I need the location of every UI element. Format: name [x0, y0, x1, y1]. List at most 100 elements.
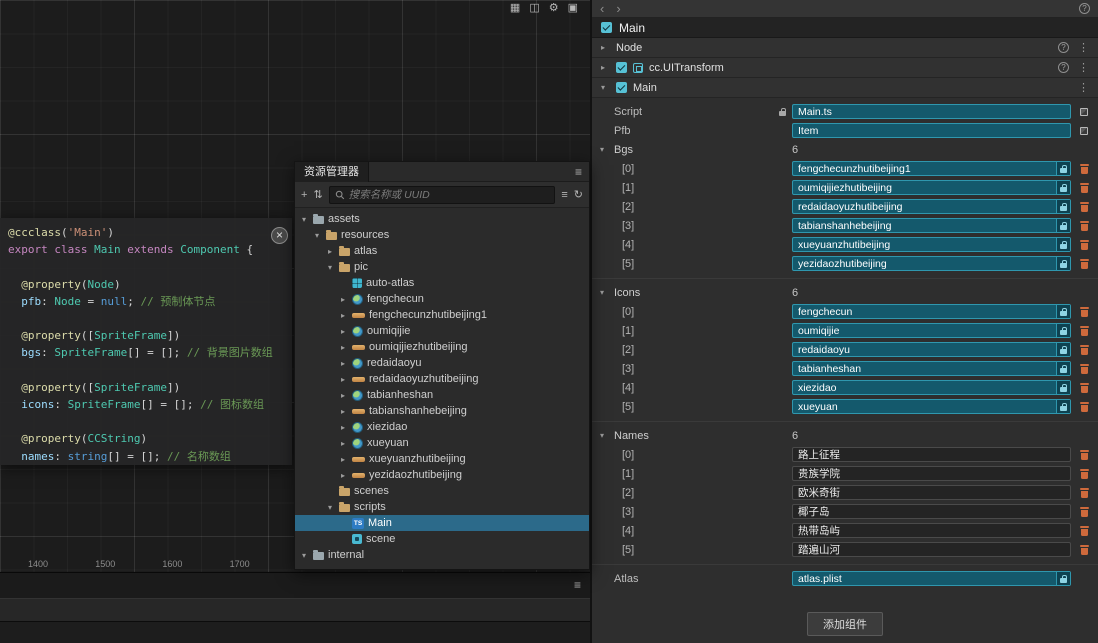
filter-icon[interactable]: ≡: [561, 189, 567, 201]
trash-icon[interactable]: [1080, 202, 1089, 212]
tree-item-auto-atlas[interactable]: auto-atlas: [295, 275, 589, 291]
icons-count[interactable]: 6: [792, 287, 798, 299]
tree-item-resources[interactable]: ▾resources: [295, 227, 589, 243]
search-input[interactable]: 搜索名称或 UUID: [329, 186, 556, 204]
expand-icon[interactable]: ▸: [338, 343, 348, 352]
expand-icon[interactable]: ▸: [338, 359, 348, 368]
lock-icon[interactable]: [1056, 381, 1070, 394]
tree-item-scripts[interactable]: ▾scripts: [295, 499, 589, 515]
trash-icon[interactable]: [1080, 402, 1089, 412]
section-node[interactable]: ▸ Node ? ⋮: [592, 38, 1098, 58]
trash-icon[interactable]: [1080, 507, 1089, 517]
expand-icon[interactable]: ▸: [338, 375, 348, 384]
panels-icon[interactable]: ◫: [529, 1, 539, 15]
trash-icon[interactable]: [1080, 240, 1089, 250]
trash-icon[interactable]: [1080, 326, 1089, 336]
lock-icon[interactable]: [1056, 257, 1070, 270]
trash-icon[interactable]: [1080, 488, 1089, 498]
add-component-button[interactable]: 添加组件: [807, 612, 883, 636]
expand-icon[interactable]: ▸: [338, 407, 348, 416]
expand-icon[interactable]: ▸: [338, 471, 348, 480]
trash-icon[interactable]: [1080, 164, 1089, 174]
grid-icon[interactable]: ▦: [510, 1, 520, 15]
lock-icon[interactable]: [1056, 200, 1070, 213]
menu-icon[interactable]: ≡: [575, 165, 582, 179]
tree-item-atlas[interactable]: ▸atlas: [295, 243, 589, 259]
tree-item-fengchecunzhutibeijing1[interactable]: ▸fengchecunzhutibeijing1: [295, 307, 589, 323]
names-count[interactable]: 6: [792, 430, 798, 442]
close-icon[interactable]: ×: [271, 227, 288, 244]
tree-item-oumiqijiezhutibeijing[interactable]: ▸oumiqijiezhutibeijing: [295, 339, 589, 355]
asset-ref-field[interactable]: fengchecun: [792, 304, 1071, 319]
expand-icon[interactable]: ▸: [338, 439, 348, 448]
asset-ref-field[interactable]: redaidaoyu: [792, 342, 1071, 357]
lock-icon[interactable]: [1056, 219, 1070, 232]
asset-ref-field[interactable]: xueyuanzhutibeijing: [792, 237, 1071, 252]
gear-icon[interactable]: ⚙: [549, 1, 559, 15]
expand-icon[interactable]: ▸: [338, 423, 348, 432]
more-icon[interactable]: ⋮: [1078, 41, 1089, 54]
tree-item-scenes[interactable]: scenes: [295, 483, 589, 499]
tree-item-Main[interactable]: TSMain: [295, 515, 589, 531]
trash-icon[interactable]: [1080, 364, 1089, 374]
trash-icon[interactable]: [1080, 526, 1089, 536]
asset-ref-field[interactable]: tabianheshan: [792, 361, 1071, 376]
tree-item-tabianheshan[interactable]: ▸tabianheshan: [295, 387, 589, 403]
asset-cube-icon[interactable]: [1080, 108, 1088, 116]
icons-group-header[interactable]: ▾ Icons 6: [592, 283, 1098, 302]
expand-icon[interactable]: ▸: [601, 63, 610, 72]
collapse-icon[interactable]: ▾: [299, 215, 309, 224]
bgs-count[interactable]: 6: [792, 144, 798, 156]
section-main[interactable]: ▾ Main ⋮: [592, 78, 1098, 98]
panel-menu-icon[interactable]: ≡: [574, 578, 581, 592]
lock-icon[interactable]: [1056, 572, 1070, 585]
collapse-icon[interactable]: ▾: [325, 503, 335, 512]
asset-ref-field[interactable]: oumiqijie: [792, 323, 1071, 338]
assets-panel-titlebar[interactable]: 资源管理器 ≡: [295, 162, 589, 182]
collapse-icon[interactable]: ▾: [601, 83, 610, 92]
lock-icon[interactable]: [1056, 362, 1070, 375]
expand-icon[interactable]: ▸: [338, 455, 348, 464]
expand-icon[interactable]: ▸: [338, 391, 348, 400]
tree-item-redaidaoyu[interactable]: ▸redaidaoyu: [295, 355, 589, 371]
trash-icon[interactable]: [1080, 545, 1089, 555]
tree-item-scene[interactable]: scene: [295, 531, 589, 547]
asset-ref-field[interactable]: xiezidao: [792, 380, 1071, 395]
name-text-field[interactable]: 热带岛屿: [792, 523, 1071, 538]
names-group-header[interactable]: ▾ Names 6: [592, 426, 1098, 445]
collapse-icon[interactable]: ▾: [325, 263, 335, 272]
assets-panel-title[interactable]: 资源管理器: [295, 162, 369, 182]
capture-icon[interactable]: ▣: [568, 1, 578, 15]
tree-item-xueyuan[interactable]: ▸xueyuan: [295, 435, 589, 451]
bgs-group-header[interactable]: ▾ Bgs 6: [592, 140, 1098, 159]
tree-item-xiezidao[interactable]: ▸xiezidao: [295, 419, 589, 435]
uitransform-enabled-checkbox[interactable]: [616, 62, 627, 73]
lock-icon[interactable]: [1056, 162, 1070, 175]
tree-item-internal[interactable]: ▾internal: [295, 547, 589, 563]
back-icon[interactable]: ‹: [600, 2, 604, 16]
expand-icon[interactable]: ▸: [338, 327, 348, 336]
lock-icon[interactable]: [779, 111, 786, 116]
expand-icon[interactable]: ▸: [325, 247, 335, 256]
forward-icon[interactable]: ›: [616, 2, 620, 16]
more-icon[interactable]: ⋮: [1078, 81, 1089, 94]
prefab-icon[interactable]: [1080, 127, 1088, 135]
tree-item-oumiqijie[interactable]: ▸oumiqijie: [295, 323, 589, 339]
lock-icon[interactable]: [1056, 238, 1070, 251]
add-asset-icon[interactable]: +: [301, 189, 307, 201]
collapse-icon[interactable]: ▾: [600, 288, 610, 297]
trash-icon[interactable]: [1080, 450, 1089, 460]
main-enabled-checkbox[interactable]: [616, 82, 627, 93]
help-icon[interactable]: ?: [1079, 3, 1090, 14]
expand-icon[interactable]: ▸: [601, 43, 610, 52]
asset-ref-field[interactable]: tabianshanhebeijing: [792, 218, 1071, 233]
atlas-field[interactable]: atlas.plist: [792, 571, 1071, 586]
name-text-field[interactable]: 踏遍山河: [792, 542, 1071, 557]
help-icon[interactable]: ?: [1058, 42, 1069, 53]
lock-icon[interactable]: [1056, 400, 1070, 413]
name-text-field[interactable]: 椰子岛: [792, 504, 1071, 519]
sort-icon[interactable]: ⇅: [313, 188, 322, 201]
tree-item-xueyuanzhutibeijing[interactable]: ▸xueyuanzhutibeijing: [295, 451, 589, 467]
section-uitransform[interactable]: ▸ cc.UITransform ? ⋮: [592, 58, 1098, 78]
tree-item-redaidaoyuzhutibeijing[interactable]: ▸redaidaoyuzhutibeijing: [295, 371, 589, 387]
